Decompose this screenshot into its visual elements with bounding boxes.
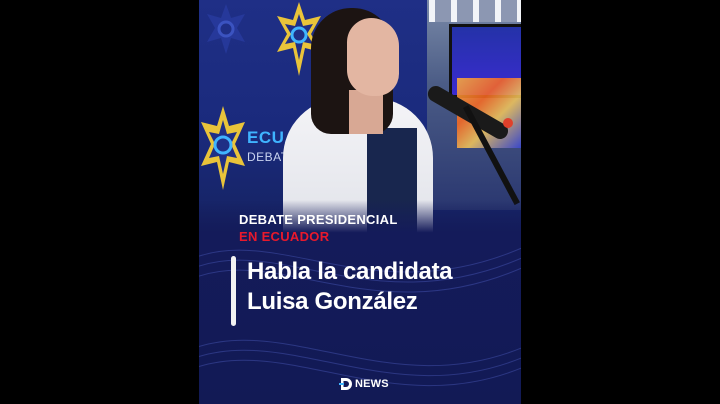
brand-text: NEWS — [355, 378, 389, 390]
kicker-line-2: EN ECUADOR — [239, 229, 330, 244]
letterbox-left — [0, 0, 199, 404]
star-emblem-icon — [207, 4, 245, 54]
kicker-line-1: DEBATE PRESIDENCIAL — [239, 212, 398, 227]
headline-accent-bar — [231, 256, 236, 326]
speaker-neck — [349, 90, 383, 134]
d-logo-icon — [339, 378, 352, 390]
ceiling-lights — [429, 0, 521, 22]
star-emblem-icon — [201, 106, 245, 190]
video-frame[interactable]: E ECUAD DEBATE DEBATE PRESIDENCIAL EN EC… — [199, 0, 521, 404]
microphone-tip — [503, 118, 513, 128]
speaker-face — [347, 18, 399, 96]
brand-logo: NEWS — [339, 376, 389, 392]
headline-line-1: Habla la candidata — [247, 258, 453, 285]
letterbox-right — [521, 0, 720, 404]
headline-line-2: Luisa González — [247, 288, 418, 315]
